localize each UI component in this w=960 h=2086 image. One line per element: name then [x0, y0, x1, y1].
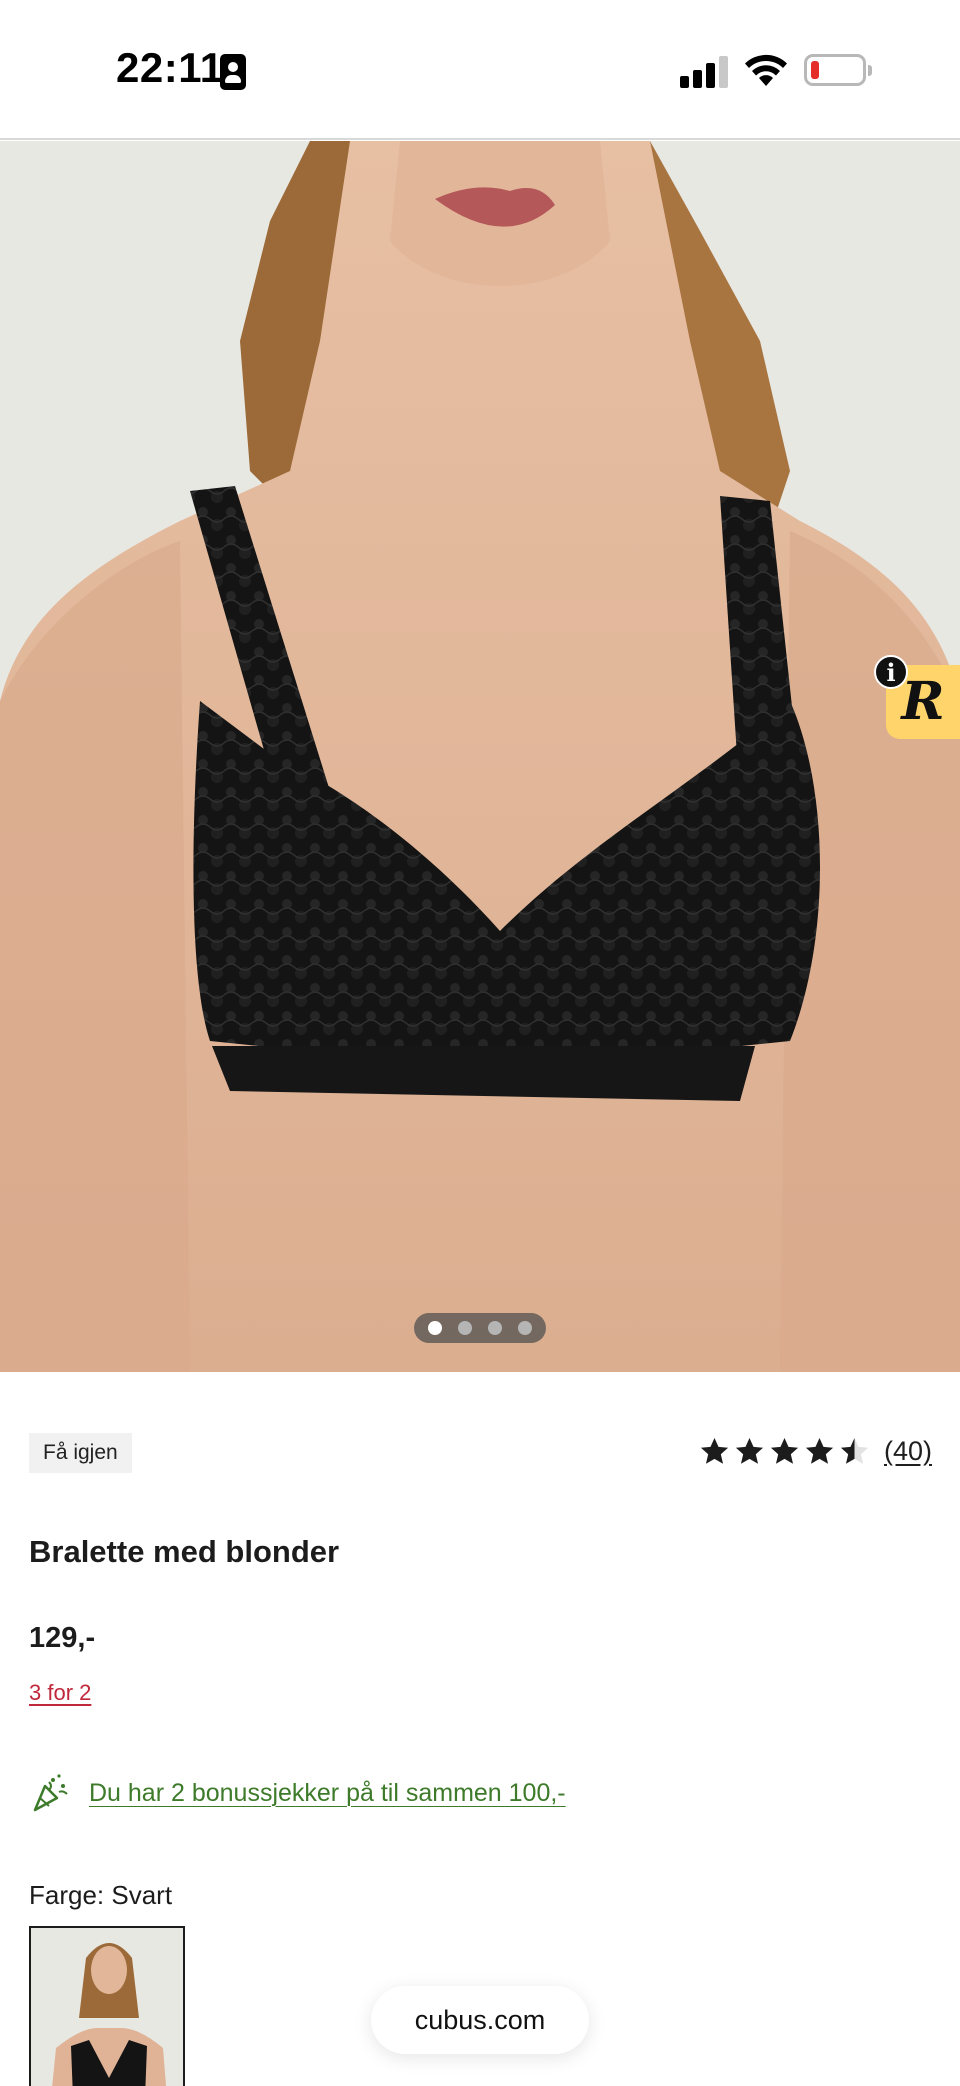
product-price: 129,-: [29, 1622, 96, 1654]
carousel-dot-3[interactable]: [488, 1321, 502, 1335]
product-title: Bralette med blonder: [29, 1534, 340, 1569]
cellular-signal-icon: [680, 56, 730, 88]
star-icon: [735, 1437, 764, 1464]
reorder-badge: Få igjen: [29, 1433, 132, 1473]
promo-link[interactable]: 3 for 2: [29, 1680, 91, 1706]
status-bar: 22:11: [0, 0, 960, 140]
color-swatch-photo: [31, 1928, 183, 2086]
color-label: Farge: Svart: [29, 1880, 173, 1910]
rating-count-link[interactable]: (40): [884, 1436, 932, 1467]
info-icon[interactable]: i: [874, 655, 908, 689]
wifi-icon: [745, 54, 787, 86]
product-image[interactable]: [0, 141, 960, 1372]
carousel-dots: [414, 1313, 546, 1343]
confetti-icon: [33, 1774, 68, 1812]
bonus-check-row[interactable]: Du har 2 bonussjekker på til sammen 100,…: [29, 1772, 566, 1814]
rating[interactable]: (40): [699, 1436, 932, 1467]
contact-card-icon: [220, 54, 246, 90]
rating-stars: [699, 1436, 870, 1467]
product-photo: [0, 141, 960, 1372]
r-logo-letter: R: [901, 671, 945, 732]
bonus-check-link[interactable]: Du har 2 bonussjekker på til sammen 100,…: [89, 1779, 566, 1808]
carousel-dot-4[interactable]: [518, 1321, 532, 1335]
carousel-dot-1[interactable]: [428, 1321, 442, 1335]
carousel-dot-2[interactable]: [458, 1321, 472, 1335]
browser-address-pill[interactable]: cubus.com: [371, 1986, 589, 2054]
status-time: 22:11: [116, 44, 224, 91]
star-icon: [700, 1437, 729, 1464]
half-star-icon: [840, 1437, 869, 1464]
battery-low-icon: [804, 54, 872, 86]
star-icon: [770, 1437, 799, 1464]
star-icon: [805, 1437, 834, 1464]
color-swatch-black[interactable]: [29, 1926, 185, 2086]
